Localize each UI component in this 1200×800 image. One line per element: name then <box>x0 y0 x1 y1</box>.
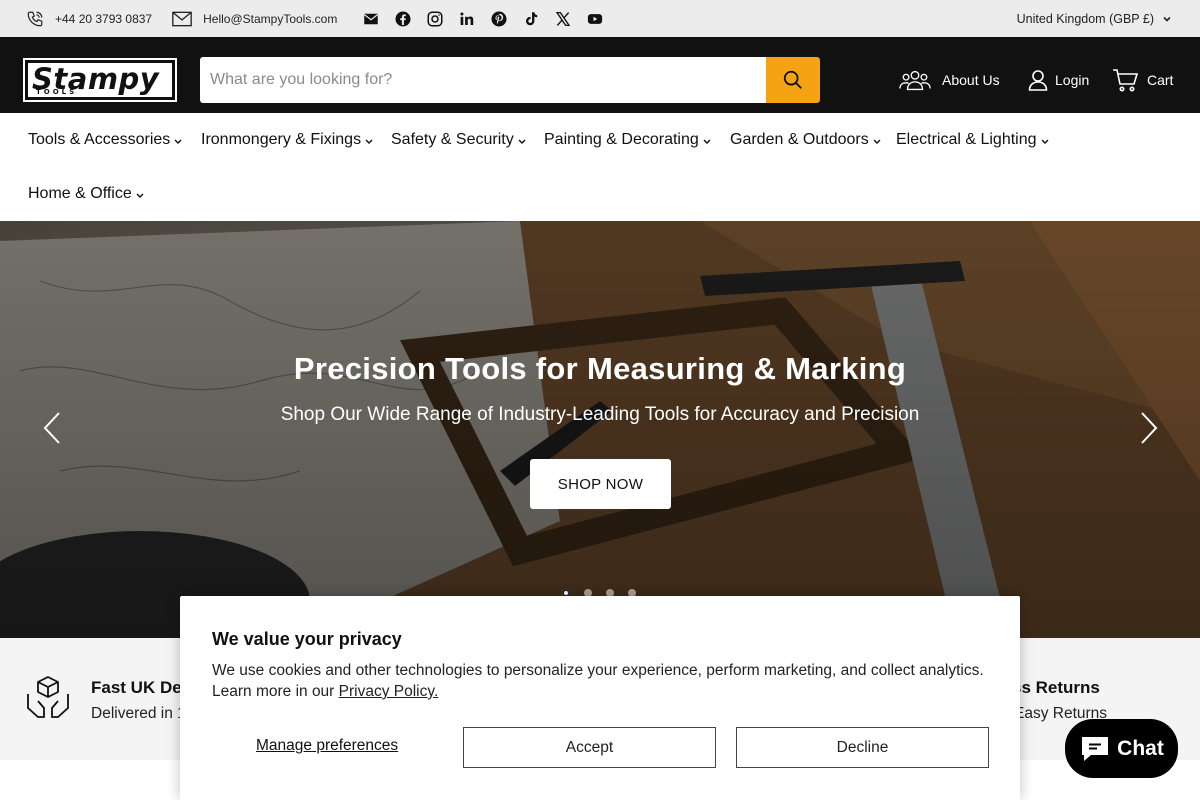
login-label: Login <box>1055 72 1090 88</box>
nav-tools-accessories[interactable]: Tools & Accessories <box>28 129 182 151</box>
site-header: Stampy TOOLS About Us Login Cart <box>0 37 1200 113</box>
phone-icon <box>27 11 43 26</box>
facebook-icon[interactable] <box>394 10 412 28</box>
chevron-down-icon <box>703 139 711 144</box>
chat-bubble-icon <box>1082 736 1109 761</box>
cart-icon <box>1113 69 1138 92</box>
chat-label: Chat <box>1117 736 1164 760</box>
email-address: Hello@StampyTools.com <box>203 11 338 26</box>
nav-label: Home & Office <box>28 185 132 202</box>
about-us-label: About Us <box>942 72 1000 88</box>
chat-button[interactable]: Chat <box>1065 719 1178 778</box>
login-link[interactable]: Login <box>1028 57 1089 103</box>
feature-delivery-title: Fast UK De <box>91 678 182 697</box>
next-slide-button[interactable] <box>1137 411 1161 445</box>
nav-electrical-lighting[interactable]: Electrical & Lighting <box>896 129 1049 151</box>
feature-delivery-text: Delivered in 1 <box>91 705 186 722</box>
cookie-title: We value your privacy <box>212 629 402 649</box>
search-bar <box>200 57 820 103</box>
region-selector[interactable]: United Kingdom (GBP £) <box>1017 0 1172 37</box>
manage-preferences-button[interactable]: Manage preferences <box>256 737 398 755</box>
about-us-link[interactable]: About Us <box>899 57 1000 103</box>
cookie-consent-dialog: We value your privacy We use cookies and… <box>180 596 1020 800</box>
logo-subtext: TOOLS <box>36 88 78 96</box>
nav-ironmongery-fixings[interactable]: Ironmongery & Fixings <box>201 129 373 151</box>
nav-label: Safety & Security <box>391 131 514 148</box>
accept-button[interactable]: Accept <box>463 727 716 768</box>
nav-garden-outdoors[interactable]: Garden & Outdoors <box>730 129 881 151</box>
chevron-down-icon <box>1163 16 1171 22</box>
instagram-icon[interactable] <box>426 10 444 28</box>
search-button[interactable] <box>766 57 820 103</box>
nav-label: Ironmongery & Fixings <box>201 131 362 148</box>
nav-home-office[interactable]: Home & Office <box>28 183 144 205</box>
nav-label: Garden & Outdoors <box>730 131 869 148</box>
decline-button[interactable]: Decline <box>736 727 989 768</box>
region-label: United Kingdom (GBP £) <box>1016 11 1154 26</box>
mail-icon[interactable] <box>362 10 380 28</box>
youtube-icon[interactable] <box>586 10 604 28</box>
search-input[interactable] <box>200 57 766 103</box>
phone-number: +44 20 3793 0837 <box>55 11 153 26</box>
nav-label: Painting & Decorating <box>544 131 699 148</box>
stampy-tools-logo[interactable]: Stampy TOOLS <box>23 58 177 102</box>
hero-background-image <box>0 221 1200 638</box>
chevron-down-icon <box>518 139 526 144</box>
people-icon <box>899 70 931 91</box>
nav-painting-decorating[interactable]: Painting & Decorating <box>544 129 711 151</box>
hero-title: Precision Tools for Measuring & Marking <box>293 351 907 386</box>
search-icon <box>783 70 802 89</box>
chevron-down-icon <box>174 139 182 144</box>
phone-link[interactable]: +44 20 3793 0837 <box>26 10 152 28</box>
previous-slide-button[interactable] <box>40 411 64 445</box>
chevron-left-icon <box>43 412 60 444</box>
shop-now-button[interactable]: SHOP NOW <box>530 459 671 509</box>
chevron-down-icon <box>365 139 373 144</box>
privacy-policy-link[interactable]: Privacy Policy. <box>339 683 439 700</box>
envelope-icon <box>172 11 192 26</box>
chevron-down-icon <box>873 139 881 144</box>
hero-slideshow: Precision Tools for Measuring & Marking … <box>0 221 1200 638</box>
cart-link[interactable]: Cart <box>1112 57 1173 103</box>
cart-label: Cart <box>1147 72 1174 88</box>
hero-subtitle: Shop Our Wide Range of Industry-Leading … <box>280 404 920 425</box>
tiktok-icon[interactable] <box>522 10 540 28</box>
linkedin-icon[interactable] <box>458 10 476 28</box>
user-icon <box>1028 70 1048 91</box>
feature-returns-title: ss Returns <box>1012 678 1100 697</box>
main-navigation: Tools & Accessories Ironmongery & Fixing… <box>0 113 1200 221</box>
chevron-down-icon <box>1041 139 1049 144</box>
x-icon[interactable] <box>554 10 572 28</box>
delivery-box-hands-icon <box>27 675 69 718</box>
chevron-right-icon <box>1141 412 1158 444</box>
nav-safety-security[interactable]: Safety & Security <box>391 129 526 151</box>
nav-label: Electrical & Lighting <box>896 131 1037 148</box>
top-utility-bar: +44 20 3793 0837 Hello@StampyTools.com U… <box>0 0 1200 37</box>
nav-label: Tools & Accessories <box>28 131 171 148</box>
pinterest-icon[interactable] <box>490 10 508 28</box>
email-link[interactable]: Hello@StampyTools.com <box>172 11 337 27</box>
cookie-description: We use cookies and other technologies to… <box>212 660 992 702</box>
social-links <box>362 10 604 28</box>
cookie-body-text: We use cookies and other technologies to… <box>212 662 984 700</box>
chevron-down-icon <box>136 193 144 198</box>
